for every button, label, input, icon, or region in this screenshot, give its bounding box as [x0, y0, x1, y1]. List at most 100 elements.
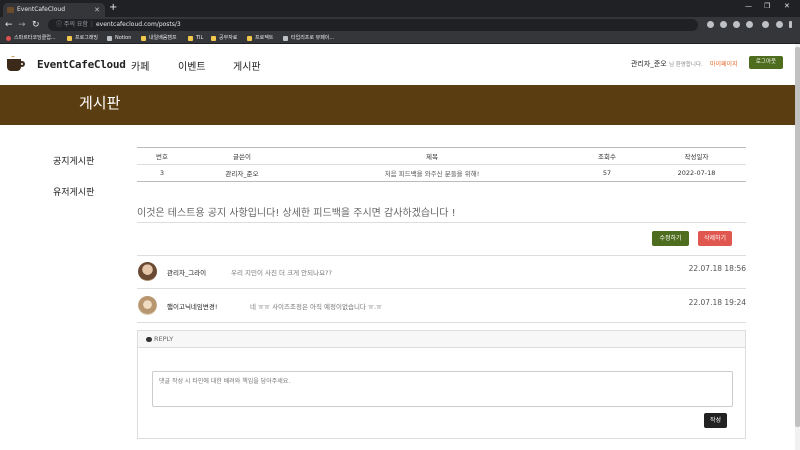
bookmark-item[interactable]: 공부자료: [211, 34, 237, 43]
bookmark-item[interactable]: Notion: [107, 34, 131, 43]
nav-event[interactable]: 이벤트: [178, 58, 206, 73]
post-date: 2022-07-18: [677, 169, 716, 177]
page-banner: 게시판: [0, 85, 800, 125]
minimize-icon[interactable]: —: [745, 2, 752, 10]
scrollbar-thumb[interactable]: [795, 47, 800, 427]
bookmark-label: 프로젝트: [255, 35, 274, 41]
address-bar[interactable]: ⓘ 주의 요함 | eventcafecloud.com/posts/3: [48, 19, 698, 31]
security-warning-label: 주의 요함: [63, 21, 88, 28]
close-tab-icon[interactable]: ✕: [94, 3, 100, 17]
reload-icon[interactable]: ↻: [32, 19, 40, 31]
extensions-puzzle-icon[interactable]: [733, 21, 740, 28]
table-header-row: 번호 글쓴이 제목 조회수 작성일자: [137, 147, 746, 165]
favicon-icon: [7, 7, 14, 13]
avatar: [138, 296, 157, 315]
browser-toolbar: ← → ↻ ⓘ 주의 요함 | eventcafecloud.com/posts/3: [0, 17, 800, 33]
page-icon: [283, 36, 288, 41]
logout-button[interactable]: 로그아웃: [749, 56, 783, 69]
security-warning-icon: ⓘ: [56, 21, 64, 28]
chat-bubble-icon: [146, 336, 152, 342]
site-header: EventCafeCloud 카페 이벤트 게시판 관리자_준오 님 환영합니다…: [0, 44, 800, 85]
bookmark-item[interactable]: 프로젝트: [247, 34, 273, 43]
maximize-icon[interactable]: ❐: [764, 2, 770, 10]
new-tab-button[interactable]: +: [109, 2, 117, 13]
close-window-icon[interactable]: ✕: [784, 2, 790, 10]
divider: [137, 222, 746, 223]
comment-date: 22.07.18 18:56: [688, 264, 746, 273]
post-author: 관리자_준오: [225, 170, 259, 178]
bookmark-item[interactable]: 프로그래밍: [67, 34, 98, 43]
sidebar-item-user-board[interactable]: 유저게시판: [53, 185, 94, 198]
page-title: 게시판: [79, 94, 121, 112]
post-title: 처음 피드백을 와주신 분들을 위해!: [384, 170, 480, 178]
reply-box: REPLY 작성: [137, 330, 746, 439]
folder-icon: [247, 36, 252, 41]
post-info-table: 번호 글쓴이 제목 조회수 작성일자 3 관리자_준오 처음 피드백을 와주신 …: [137, 147, 746, 182]
reply-header-label: REPLY: [154, 335, 174, 343]
greeting-suffix: 님 환영합니다.: [668, 62, 703, 68]
folder-icon: [67, 36, 72, 41]
bookmark-icon: [6, 36, 11, 41]
table-row: 3 관리자_준오 처음 피드백을 와주신 분들을 위해! 57 2022-07-…: [137, 165, 746, 182]
menu-kebab-icon[interactable]: [789, 21, 792, 28]
reply-input[interactable]: [152, 371, 733, 407]
bookmarks-bar: 스파르타코딩클럽... 프로그래밍 Notion 내일배움캠프 TIL 공부자료…: [0, 33, 800, 44]
bookmark-star-icon[interactable]: [746, 21, 753, 28]
sidebar-icon[interactable]: [762, 21, 769, 28]
back-icon[interactable]: ←: [5, 19, 13, 31]
bookmark-item[interactable]: 타입리프로 뷰페이...: [283, 34, 334, 43]
column-header: 번호: [156, 153, 168, 161]
comment-author: 관리자_그라이: [167, 269, 207, 277]
notion-icon: [107, 36, 112, 41]
folder-icon: [141, 36, 146, 41]
bookmark-item[interactable]: TIL: [188, 34, 203, 43]
nav-cafe[interactable]: 카페: [131, 58, 149, 73]
user-name: 관리자_준오: [631, 60, 667, 68]
comment-author: 햄이고닉네임변경!: [167, 303, 218, 311]
browser-tab-bar: EventCafeCloud ✕ + — ❐ ✕: [0, 0, 800, 17]
edit-button[interactable]: 수정하기: [652, 231, 689, 246]
reply-header: REPLY: [138, 331, 745, 348]
post-number: 3: [159, 169, 165, 177]
tab-title: EventCafeCloud: [17, 6, 65, 13]
bookmark-label: Notion: [115, 35, 132, 41]
profile-icon[interactable]: [776, 21, 783, 28]
comment-text: 우리 지민이 사진 더 크게 안되나요??: [231, 269, 332, 277]
comment-date: 22.07.18 19:24: [688, 298, 746, 307]
folder-icon: [188, 36, 193, 41]
column-header: 조회수: [598, 153, 616, 161]
bookmark-label: 스파르타코딩클럽...: [14, 35, 56, 41]
board-sidebar: 공지게시판 유저게시판: [53, 154, 94, 216]
bookmark-label: 공부자료: [219, 35, 238, 41]
column-header: 제목: [426, 153, 438, 161]
column-header: 글쓴이: [233, 153, 251, 161]
logo-text: EventCafeCloud: [37, 58, 126, 71]
forward-icon[interactable]: →: [18, 19, 26, 31]
post-content: 이것은 테스트용 공지 사항입니다! 상세한 피드백을 주시면 감사하겠습니다 …: [137, 208, 456, 219]
post-views: 57: [602, 169, 612, 177]
browser-tab[interactable]: EventCafeCloud ✕: [3, 3, 105, 17]
mypage-link[interactable]: 마이페이지: [710, 59, 738, 68]
url-text: eventcafecloud.com/posts/3: [95, 21, 181, 28]
url-separator: |: [90, 21, 93, 28]
bookmark-item[interactable]: 스파르타코딩클럽...: [6, 34, 56, 43]
extension-icon[interactable]: [720, 21, 727, 28]
column-header: 작성일자: [684, 153, 709, 161]
comment-item: 관리자_그라이 우리 지민이 사진 더 크게 안되나요?? 22.07.18 1…: [137, 256, 746, 289]
delete-button[interactable]: 삭제하기: [698, 231, 732, 246]
comment-item: 햄이고닉네임변경! 네 ㅠㅠ 사이즈조정은 아직 예정이없습니다 ㅠ.ㅠ 22.…: [137, 290, 746, 323]
bookmark-item[interactable]: 내일배움캠프: [141, 34, 177, 43]
coffee-cup-icon: [5, 56, 29, 73]
bookmark-label: TIL: [196, 35, 204, 41]
submit-reply-button[interactable]: 작성: [704, 413, 727, 428]
bookmark-label: 프로그래밍: [75, 35, 99, 41]
bookmark-label: 내일배움캠프: [149, 35, 177, 41]
comment-text: 네 ㅠㅠ 사이즈조정은 아직 예정이없습니다 ㅠ.ㅠ: [250, 303, 382, 311]
folder-icon: [211, 36, 216, 41]
extension-icon[interactable]: [707, 21, 714, 28]
sidebar-item-notice[interactable]: 공지게시판: [53, 154, 94, 167]
bookmark-label: 타입리프로 뷰페이...: [291, 35, 335, 41]
avatar: [138, 262, 157, 281]
user-greeting: 관리자_준오 님 환영합니다.: [631, 59, 703, 69]
nav-board[interactable]: 게시판: [233, 58, 261, 73]
